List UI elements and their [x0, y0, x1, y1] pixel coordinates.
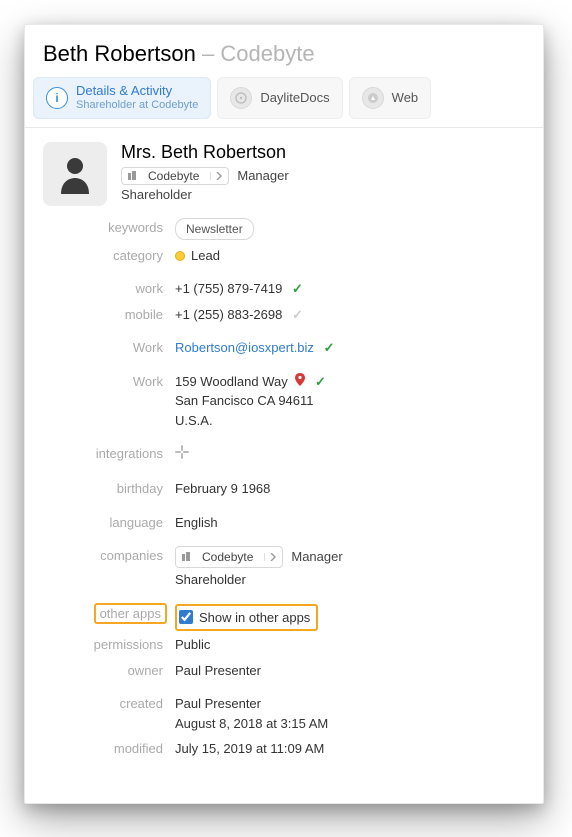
row-permissions: permissions Public — [43, 635, 525, 655]
shareholder-label: Shareholder — [121, 187, 289, 202]
separator: – — [202, 41, 214, 66]
verified-check-icon: ✓ — [315, 374, 326, 389]
company-chip-label: Codebyte — [144, 169, 203, 183]
chevron-right-icon — [210, 172, 226, 180]
full-name: Mrs. Beth Robertson — [121, 142, 289, 163]
row-language: language English — [43, 513, 525, 533]
label-owner: owner — [43, 661, 175, 681]
verified-check-icon: ✓ — [292, 281, 303, 296]
tab-details[interactable]: i Details & Activity Shareholder at Code… — [33, 77, 211, 119]
language-value: English — [175, 513, 525, 533]
label-companies: companies — [43, 546, 175, 566]
label-work-email: Work — [43, 338, 175, 358]
row-owner: owner Paul Presenter — [43, 661, 525, 681]
addr-line-3: U.S.A. — [175, 413, 213, 428]
row-other-apps: other apps Show in other apps — [43, 604, 525, 632]
label-modified: modified — [43, 739, 175, 759]
tab-web-title: Web — [392, 90, 419, 105]
permissions-value: Public — [175, 635, 525, 655]
other-apps-highlight: Show in other apps — [175, 604, 318, 632]
email-link[interactable]: Robertson@iosxpert.biz — [175, 340, 314, 355]
building-icon — [178, 552, 194, 562]
tab-details-sub: Shareholder at Codebyte — [76, 99, 198, 112]
tab-details-title: Details & Activity — [76, 84, 198, 99]
tab-web[interactable]: Web — [349, 77, 432, 119]
owner-value: Paul Presenter — [175, 661, 525, 681]
person-icon — [57, 154, 93, 194]
modified-at: July 15, 2019 at 11:09 AM — [175, 739, 525, 759]
created-by: Paul Presenter — [175, 696, 261, 711]
label-created: created — [43, 694, 175, 714]
contact-name: Beth Robertson — [43, 41, 196, 66]
contact-company: Codebyte — [220, 41, 314, 66]
label-other-apps: other apps — [94, 603, 167, 624]
profile-section: Mrs. Beth Robertson Codebyte Manager Sha… — [43, 142, 525, 206]
header: Beth Robertson – Codebyte — [25, 25, 543, 77]
created-at: August 8, 2018 at 3:15 AM — [175, 716, 328, 731]
map-pin-icon[interactable] — [295, 374, 309, 389]
category-value: Lead — [191, 248, 220, 263]
label-category: category — [43, 246, 175, 266]
row-address: Work 159 Woodland Way ✓ San Fancisco CA … — [43, 372, 525, 431]
work-phone[interactable]: +1 (755) 879-7419 — [175, 281, 282, 296]
row-modified: modified July 15, 2019 at 11:09 AM — [43, 739, 525, 759]
keyword-pill[interactable]: Newsletter — [175, 218, 254, 240]
content: Mrs. Beth Robertson Codebyte Manager Sha… — [25, 128, 543, 783]
show-in-other-apps-label: Show in other apps — [199, 608, 310, 628]
addr-line-2: San Fancisco CA 94611 — [175, 393, 314, 408]
contact-detail-card: Beth Robertson – Codebyte i Details & Ac… — [24, 24, 544, 804]
role: Manager — [237, 168, 288, 183]
chevron-right-icon — [264, 553, 280, 561]
label-language: language — [43, 513, 175, 533]
row-keywords: keywords Newsletter — [43, 218, 525, 240]
row-created: created Paul Presenter August 8, 2018 at… — [43, 694, 525, 733]
label-work-phone: work — [43, 279, 175, 299]
info-icon: i — [46, 87, 68, 109]
tab-bar: i Details & Activity Shareholder at Code… — [25, 77, 543, 128]
birthday-value: February 9 1968 — [175, 479, 525, 499]
label-work-addr: Work — [43, 372, 175, 392]
label-keywords: keywords — [43, 218, 175, 238]
company-chip-2[interactable]: Codebyte — [175, 546, 283, 568]
row-category: category Lead — [43, 246, 525, 266]
show-in-other-apps-checkbox[interactable] — [179, 610, 193, 624]
label-birthday: birthday — [43, 479, 175, 499]
row-email: Work Robertson@iosxpert.biz ✓ — [43, 338, 525, 358]
company-chip-2-label: Codebyte — [198, 548, 257, 566]
row-companies: companies Codebyte Manager Shareholder — [43, 546, 525, 590]
label-permissions: permissions — [43, 635, 175, 655]
verified-check-icon: ✓ — [324, 340, 335, 355]
tab-docs-title: DayliteDocs — [260, 90, 329, 105]
tab-daylitedocs[interactable]: DayliteDocs — [217, 77, 342, 119]
company-chip[interactable]: Codebyte — [121, 167, 229, 185]
row-work-phone: work +1 (755) 879-7419 ✓ — [43, 279, 525, 299]
company-role: Manager — [291, 547, 342, 567]
building-icon — [124, 171, 140, 181]
avatar[interactable] — [43, 142, 107, 206]
mobile-phone[interactable]: +1 (255) 883-2698 — [175, 307, 282, 322]
addr-line-1: 159 Woodland Way — [175, 374, 288, 389]
compass-icon — [362, 87, 384, 109]
unverified-check-icon: ✓ — [292, 307, 303, 322]
row-integrations: integrations — [43, 444, 525, 465]
label-mobile: mobile — [43, 305, 175, 325]
row-birthday: birthday February 9 1968 — [43, 479, 525, 499]
docs-icon — [230, 87, 252, 109]
row-mobile: mobile +1 (255) 883-2698 ✓ — [43, 305, 525, 325]
label-integrations: integrations — [43, 444, 175, 464]
slack-icon[interactable] — [175, 446, 189, 462]
lead-status-dot-icon — [175, 251, 185, 261]
company-shareholder: Shareholder — [175, 570, 525, 590]
